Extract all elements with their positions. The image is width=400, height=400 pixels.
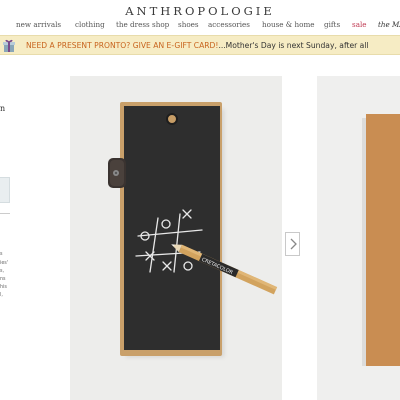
promo-banner[interactable]: NEED A PRESENT PRONTO? GIVE AN E-GIFT CA…: [0, 35, 400, 55]
nav-new-arrivals[interactable]: new arrivals: [16, 20, 61, 29]
nav-the-dress-shop[interactable]: the dress shop: [116, 20, 169, 29]
nav-house-home[interactable]: house & home: [262, 20, 315, 29]
chalkboard-wood-back: [366, 114, 400, 366]
promo-highlight[interactable]: NEED A PRESENT PRONTO? GIVE AN E-GIFT CA…: [26, 41, 218, 50]
pencil-icon: CRETACOLOR: [171, 244, 278, 295]
quantity-field[interactable]: [0, 177, 10, 203]
nav-sale[interactable]: sale: [352, 20, 367, 29]
leather-clip-icon: [108, 158, 126, 188]
description-line: s,: [0, 269, 5, 274]
description-line: ies': [0, 261, 9, 266]
main-nav: new arrivals clothing the dress shop sho…: [0, 20, 400, 34]
promo-text: NEED A PRESENT PRONTO? GIVE AN E-GIFT CA…: [26, 41, 369, 50]
description-line: l,: [0, 293, 3, 298]
product-title-fragment: n: [0, 104, 6, 113]
nav-the-magazine[interactable]: the MA: [378, 20, 400, 29]
nav-clothing[interactable]: clothing: [75, 20, 105, 29]
description-line: his: [0, 285, 7, 290]
description-line: s: [0, 252, 3, 257]
gift-box-icon: [3, 39, 15, 52]
chevron-right-icon: [290, 238, 297, 250]
divider: [0, 213, 10, 214]
nav-gifts[interactable]: gifts: [324, 20, 340, 29]
product-sidebar: n s ies' s, ns his l,: [0, 56, 30, 400]
brand-logo[interactable]: ANTHROPOLOGIE: [0, 4, 400, 18]
site-header: ANTHROPOLOGIE new arrivals clothing the …: [0, 0, 400, 34]
hanging-hole: [166, 113, 178, 125]
nav-shoes[interactable]: shoes: [178, 20, 199, 29]
carousel-next-button[interactable]: [285, 232, 300, 256]
nav-accessories[interactable]: accessories: [208, 20, 250, 29]
promo-message: ...Mother's Day is next Sunday, after al…: [218, 41, 369, 50]
description-line: ns: [0, 277, 6, 282]
